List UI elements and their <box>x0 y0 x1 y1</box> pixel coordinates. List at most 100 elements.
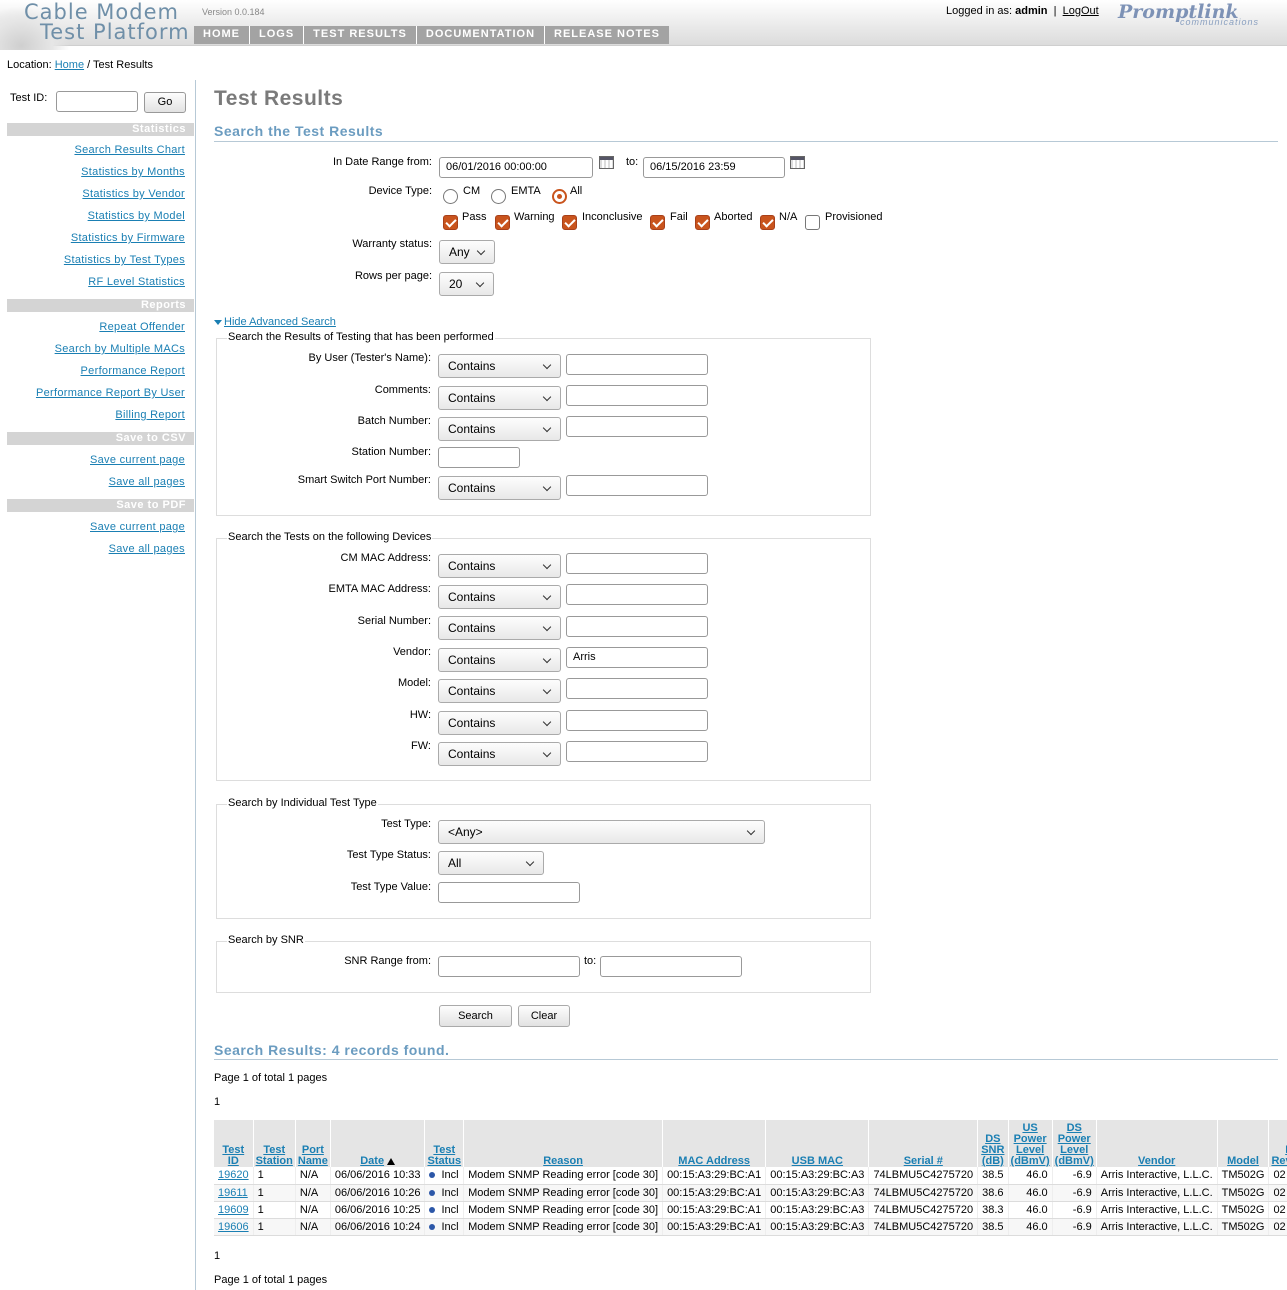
comments-operator-select[interactable]: Contains <box>438 386 561 410</box>
checkbox-pass[interactable] <box>443 215 458 230</box>
nav-documentation[interactable]: DOCUMENTATION <box>417 26 546 44</box>
warranty-select[interactable]: Any <box>439 240 495 264</box>
link-pdf-save-all[interactable]: Save all pages <box>109 543 185 555</box>
radio-all[interactable] <box>552 189 567 204</box>
col-model[interactable]: Model <box>1217 1120 1270 1167</box>
calendar-icon[interactable] <box>599 156 614 169</box>
link-pdf-save-current[interactable]: Save current page <box>90 521 185 533</box>
snr-from-input[interactable] <box>438 956 580 977</box>
col-test-status[interactable]: Test Status <box>424 1120 465 1167</box>
snr-to-input[interactable] <box>600 956 742 977</box>
nav-release-notes[interactable]: RELEASE NOTES <box>545 26 669 44</box>
batch-number-input[interactable] <box>566 416 708 437</box>
checkbox-provisioned[interactable] <box>805 215 820 230</box>
app-logo[interactable]: Cable Modem Test Platform <box>24 2 194 44</box>
link-statistics-by-test-types[interactable]: Statistics by Test Types <box>64 254 185 266</box>
col-usb-mac[interactable]: USB MAC <box>765 1120 870 1167</box>
logo-line-2: Test Platform <box>40 20 190 44</box>
link-statistics-by-vendor[interactable]: Statistics by Vendor <box>82 188 185 200</box>
test-type-status-select[interactable]: All <box>438 851 544 875</box>
hw-operator-select[interactable]: Contains <box>438 711 561 735</box>
col-reason[interactable]: Reason <box>463 1120 664 1167</box>
col-mac-address[interactable]: MAC Address <box>662 1120 767 1167</box>
station-number-label: Station Number: <box>351 446 431 458</box>
test-id-link[interactable]: 19606 <box>218 1221 249 1233</box>
test-id-link[interactable]: 19620 <box>218 1169 249 1181</box>
calendar-icon[interactable] <box>790 156 805 169</box>
checkbox-na[interactable] <box>760 215 775 230</box>
logout-link[interactable]: LogOut <box>1063 5 1099 17</box>
col-vendor[interactable]: Vendor <box>1096 1120 1218 1167</box>
model-input[interactable] <box>566 678 708 699</box>
link-repeat-offender[interactable]: Repeat Offender <box>99 321 185 333</box>
test-id-link[interactable]: 19609 <box>218 1204 249 1216</box>
link-csv-save-current[interactable]: Save current page <box>90 454 185 466</box>
model-operator-select[interactable]: Contains <box>438 679 561 703</box>
link-csv-save-all[interactable]: Save all pages <box>109 476 185 488</box>
station-number-input[interactable] <box>438 447 520 468</box>
emta-mac-input[interactable] <box>566 584 708 605</box>
hide-advanced-search-link[interactable]: Hide Advanced Search <box>214 316 336 328</box>
col-date[interactable]: Date <box>330 1120 426 1167</box>
fw-operator-select[interactable]: Contains <box>438 742 561 766</box>
link-billing-report[interactable]: Billing Report <box>115 409 185 421</box>
test-type-select[interactable]: <Any> <box>438 820 765 844</box>
checkbox-aborted[interactable] <box>695 215 710 230</box>
table-cell: 1 <box>253 1201 296 1219</box>
clear-button[interactable]: Clear <box>518 1005 570 1027</box>
checkbox-inconclusive[interactable] <box>562 215 577 230</box>
col-hw-revision[interactable]: HW Revision <box>1268 1120 1287 1167</box>
test-id-input[interactable] <box>56 91 138 112</box>
col-ds-power[interactable]: DS Power Level (dBmV) <box>1052 1120 1097 1167</box>
serial-number-input[interactable] <box>566 616 708 637</box>
radio-emta[interactable] <box>491 189 506 204</box>
col-ds-snr[interactable]: DS SNR (dB) <box>977 1120 1009 1167</box>
fw-input[interactable] <box>566 741 708 762</box>
nav-home[interactable]: HOME <box>194 26 250 44</box>
link-search-multiple-macs[interactable]: Search by Multiple MACs <box>55 343 185 355</box>
link-performance-report-by-user[interactable]: Performance Report By User <box>36 387 185 399</box>
vendor-label: Vendor: <box>393 646 431 658</box>
date-from-input[interactable]: 06/01/2016 00:00:00 <box>439 157 593 178</box>
nav-test-results[interactable]: TEST RESULTS <box>304 26 417 44</box>
col-us-power[interactable]: US Power Level (dBmV) <box>1008 1120 1053 1167</box>
breadcrumb-home[interactable]: Home <box>55 59 84 71</box>
link-statistics-by-model[interactable]: Statistics by Model <box>88 210 185 222</box>
checkbox-fail[interactable] <box>650 215 665 230</box>
link-performance-report[interactable]: Performance Report <box>81 365 185 377</box>
col-port-name[interactable]: Port Name <box>295 1120 331 1167</box>
link-rf-level-statistics[interactable]: RF Level Statistics <box>88 276 185 288</box>
vendor-input[interactable]: Arris <box>566 647 708 668</box>
batch-number-operator-select[interactable]: Contains <box>438 417 561 441</box>
cm-mac-input[interactable] <box>566 553 708 574</box>
serial-number-operator-select[interactable]: Contains <box>438 616 561 640</box>
date-to-input[interactable]: 06/15/2016 23:59 <box>643 157 785 178</box>
col-test-station[interactable]: Test Station <box>253 1120 296 1167</box>
col-test-id[interactable]: Test ID <box>214 1120 254 1167</box>
link-statistics-by-firmware[interactable]: Statistics by Firmware <box>71 232 185 244</box>
checkbox-warning[interactable] <box>495 215 510 230</box>
table-cell: Arris Interactive, L.L.C. <box>1096 1201 1218 1219</box>
radio-cm[interactable] <box>443 189 458 204</box>
comments-input[interactable] <box>566 385 708 406</box>
nav-logs[interactable]: LOGS <box>250 26 305 44</box>
table-cell: 38.5 <box>977 1167 1009 1185</box>
link-statistics-by-months[interactable]: Statistics by Months <box>81 166 185 178</box>
rows-per-page-select[interactable]: 20 <box>439 272 494 296</box>
pagination-page[interactable]: 1 <box>214 1250 220 1262</box>
search-button[interactable]: Search <box>439 1005 512 1027</box>
pagination-page[interactable]: 1 <box>214 1096 220 1108</box>
cm-mac-operator-select[interactable]: Contains <box>438 554 561 578</box>
go-button[interactable]: Go <box>144 92 186 113</box>
by-user-input[interactable] <box>566 354 708 375</box>
port-number-input[interactable] <box>566 475 708 496</box>
emta-mac-operator-select[interactable]: Contains <box>438 585 561 609</box>
col-serial[interactable]: Serial # <box>868 1120 979 1167</box>
test-id-link[interactable]: 19611 <box>218 1187 248 1199</box>
by-user-operator-select[interactable]: Contains <box>438 354 561 378</box>
hw-input[interactable] <box>566 710 708 731</box>
port-number-operator-select[interactable]: Contains <box>438 476 561 500</box>
test-type-value-input[interactable] <box>438 882 580 903</box>
link-search-results-chart[interactable]: Search Results Chart <box>74 144 185 156</box>
vendor-operator-select[interactable]: Contains <box>438 648 561 672</box>
